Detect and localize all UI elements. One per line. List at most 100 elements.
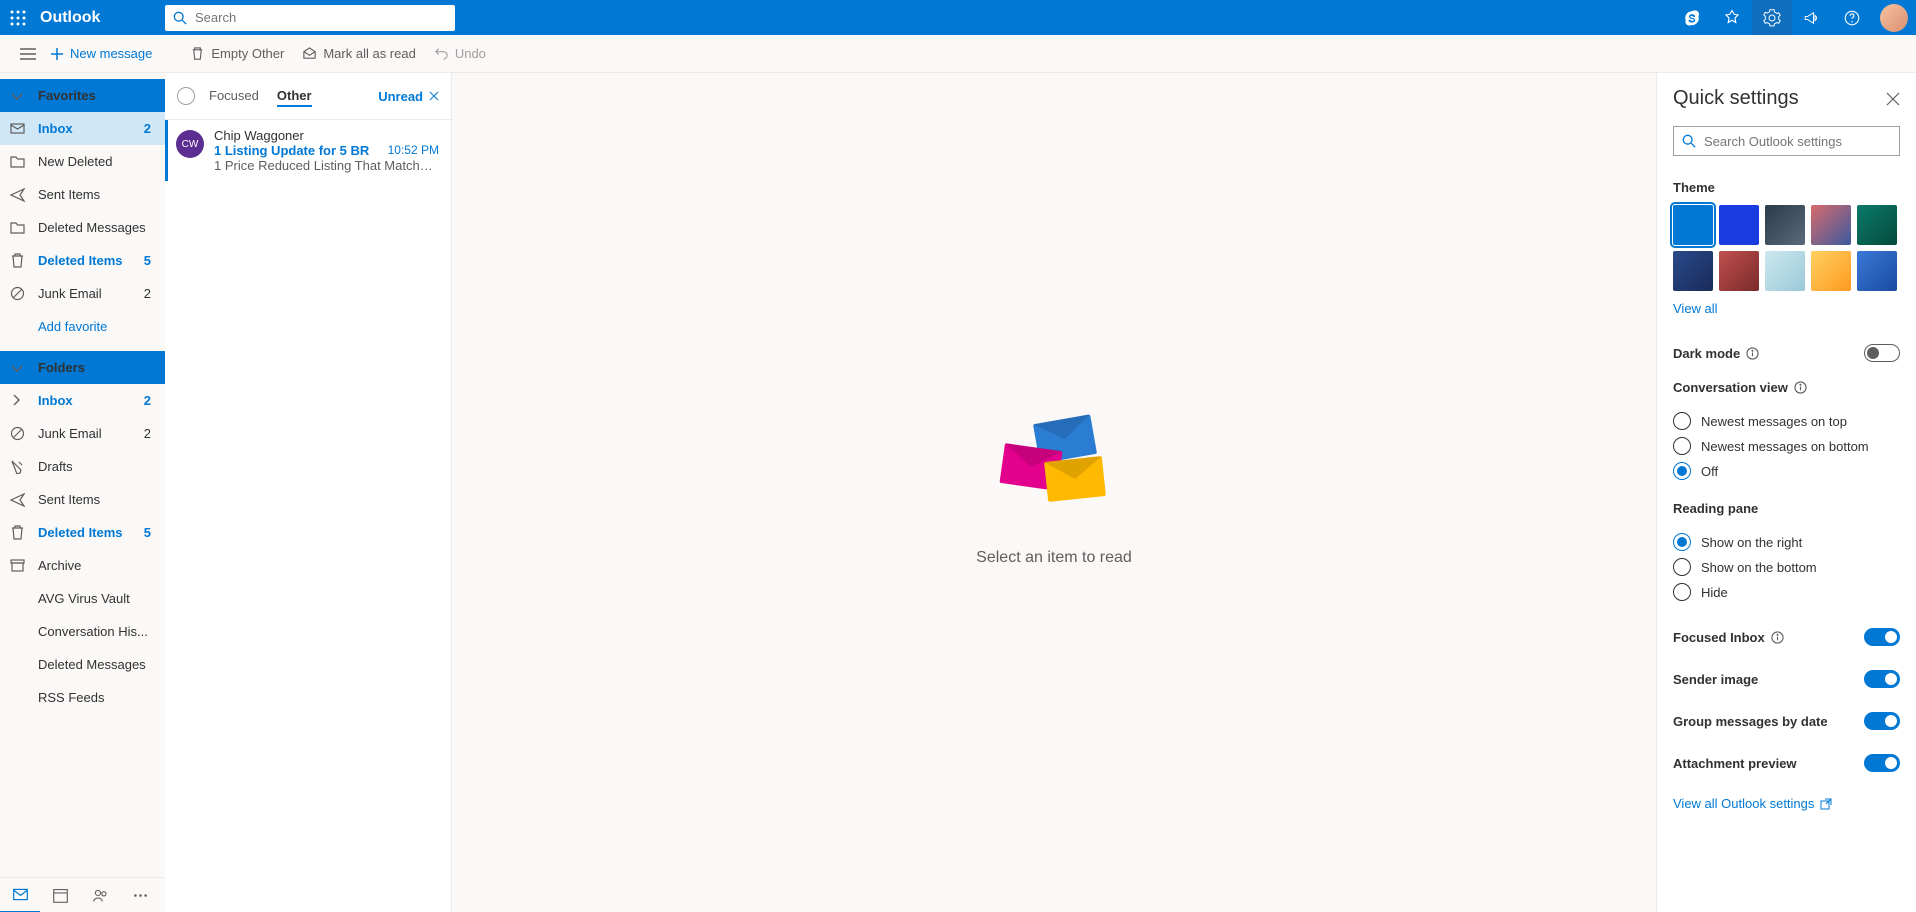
sidebar-item-label: Junk Email — [38, 286, 144, 301]
brand-title: Outlook — [35, 9, 165, 27]
empty-other-label: Empty Other — [211, 46, 284, 61]
focused-inbox-toggle[interactable] — [1864, 628, 1900, 646]
folder-icon — [10, 220, 38, 235]
sidebar-item-count: 2 — [144, 121, 151, 136]
attachment-preview-label: Attachment preview — [1673, 756, 1864, 771]
filter-button[interactable]: Unread — [378, 89, 439, 104]
sidebar-item-label: Inbox — [38, 121, 144, 136]
block-icon — [10, 286, 38, 301]
info-icon[interactable] — [1794, 381, 1807, 394]
sidebar-item[interactable]: Deleted Messages — [0, 648, 165, 681]
sidebar-item[interactable]: Sent Items — [0, 483, 165, 516]
sidebar-item-count: 2 — [144, 286, 151, 301]
skype-icon[interactable] — [1672, 0, 1712, 35]
sidebar-item[interactable]: Deleted Items 5 — [0, 244, 165, 277]
sidebar-item[interactable]: Deleted Items 5 — [0, 516, 165, 549]
conversation-view-option[interactable]: Off — [1673, 462, 1900, 480]
search-icon — [173, 11, 187, 25]
sidebar-item-count: 2 — [144, 426, 151, 441]
theme-swatch[interactable] — [1765, 251, 1805, 291]
conversation-view-option[interactable]: Newest messages on bottom — [1673, 437, 1900, 455]
dark-mode-toggle[interactable] — [1864, 344, 1900, 362]
info-icon[interactable] — [1746, 347, 1759, 360]
close-icon[interactable] — [1886, 92, 1900, 106]
theme-swatch[interactable] — [1719, 205, 1759, 245]
mail-module-icon[interactable] — [0, 878, 40, 912]
settings-search-input[interactable] — [1704, 134, 1891, 149]
view-all-themes-link[interactable]: View all — [1673, 301, 1900, 316]
theme-swatch[interactable] — [1719, 251, 1759, 291]
empty-state-text: Select an item to read — [976, 549, 1132, 567]
view-all-settings-label: View all Outlook settings — [1673, 796, 1814, 811]
group-by-date-toggle[interactable] — [1864, 712, 1900, 730]
sidebar-item[interactable]: Sent Items — [0, 178, 165, 211]
theme-swatch[interactable] — [1673, 205, 1713, 245]
sidebar-item[interactable]: New Deleted — [0, 145, 165, 178]
app-launcher-icon[interactable] — [0, 0, 35, 35]
sidebar-item[interactable]: Conversation His... — [0, 615, 165, 648]
sidebar-item[interactable]: Junk Email 2 — [0, 417, 165, 450]
sidebar-item[interactable]: RSS Feeds — [0, 681, 165, 714]
empty-other-button[interactable]: Empty Other — [190, 46, 284, 61]
mark-all-read-button[interactable]: Mark all as read — [302, 46, 415, 61]
more-modules-icon[interactable] — [120, 878, 160, 912]
search-input[interactable] — [195, 10, 447, 25]
calendar-module-icon[interactable] — [40, 878, 80, 912]
account-avatar[interactable] — [1880, 4, 1908, 32]
sidebar-item-label: Conversation His... — [38, 624, 151, 639]
premium-icon[interactable] — [1712, 0, 1752, 35]
search-box[interactable] — [165, 5, 455, 31]
attachment-preview-toggle[interactable] — [1864, 754, 1900, 772]
radio-label: Newest messages on top — [1701, 414, 1847, 429]
sender-image-label: Sender image — [1673, 672, 1864, 687]
quick-settings-panel: Quick settings Theme View all Dark mode … — [1656, 73, 1916, 912]
reading-pane-option[interactable]: Show on the bottom — [1673, 558, 1900, 576]
mark-all-read-label: Mark all as read — [323, 46, 415, 61]
send-icon — [10, 492, 38, 507]
reading-pane-option[interactable]: Hide — [1673, 583, 1900, 601]
theme-swatch[interactable] — [1673, 251, 1713, 291]
trash-icon — [190, 46, 205, 61]
settings-search-box[interactable] — [1673, 126, 1900, 156]
settings-icon[interactable] — [1752, 0, 1792, 35]
group-by-date-label: Group messages by date — [1673, 714, 1864, 729]
view-all-settings-link[interactable]: View all Outlook settings — [1673, 796, 1900, 811]
close-x-icon — [429, 91, 439, 101]
theme-swatch[interactable] — [1811, 205, 1851, 245]
theme-swatch[interactable] — [1857, 251, 1897, 291]
send-icon — [10, 187, 38, 202]
sidebar-item-label: New Deleted — [38, 154, 151, 169]
tab-focused[interactable]: Focused — [209, 88, 259, 105]
help-icon[interactable] — [1832, 0, 1872, 35]
tab-other[interactable]: Other — [277, 86, 312, 107]
sidebar-item[interactable]: Archive — [0, 549, 165, 582]
reading-pane-option[interactable]: Show on the right — [1673, 533, 1900, 551]
mail-icon — [10, 121, 38, 136]
hamburger-icon[interactable] — [18, 44, 38, 64]
sidebar-item[interactable]: AVG Virus Vault — [0, 582, 165, 615]
sidebar-item-label: Archive — [38, 558, 151, 573]
module-switcher — [0, 877, 165, 912]
people-module-icon[interactable] — [80, 878, 120, 912]
info-icon[interactable] — [1771, 631, 1784, 644]
sidebar-item[interactable]: Inbox 2 — [0, 112, 165, 145]
sidebar-item[interactable]: Drafts — [0, 450, 165, 483]
sidebar-item[interactable]: Inbox 2 — [0, 384, 165, 417]
sidebar-item[interactable]: Deleted Messages — [0, 211, 165, 244]
theme-swatch[interactable] — [1811, 251, 1851, 291]
undo-button[interactable]: Undo — [434, 46, 486, 61]
select-all-check[interactable] — [177, 87, 195, 105]
sidebar-item-count: 5 — [144, 253, 151, 268]
sidebar-item-label: Sent Items — [38, 492, 151, 507]
favorites-header[interactable]: Favorites — [0, 79, 165, 112]
add-favorite-link[interactable]: Add favorite — [0, 310, 165, 343]
conversation-view-option[interactable]: Newest messages on top — [1673, 412, 1900, 430]
message-item[interactable]: CW Chip Waggoner 1 Listing Update for 5 … — [165, 120, 451, 181]
folders-header[interactable]: Folders — [0, 351, 165, 384]
sidebar-item[interactable]: Junk Email 2 — [0, 277, 165, 310]
new-message-button[interactable]: New message — [50, 46, 152, 61]
theme-swatch[interactable] — [1857, 205, 1897, 245]
megaphone-icon[interactable] — [1792, 0, 1832, 35]
sender-image-toggle[interactable] — [1864, 670, 1900, 688]
theme-swatch[interactable] — [1765, 205, 1805, 245]
